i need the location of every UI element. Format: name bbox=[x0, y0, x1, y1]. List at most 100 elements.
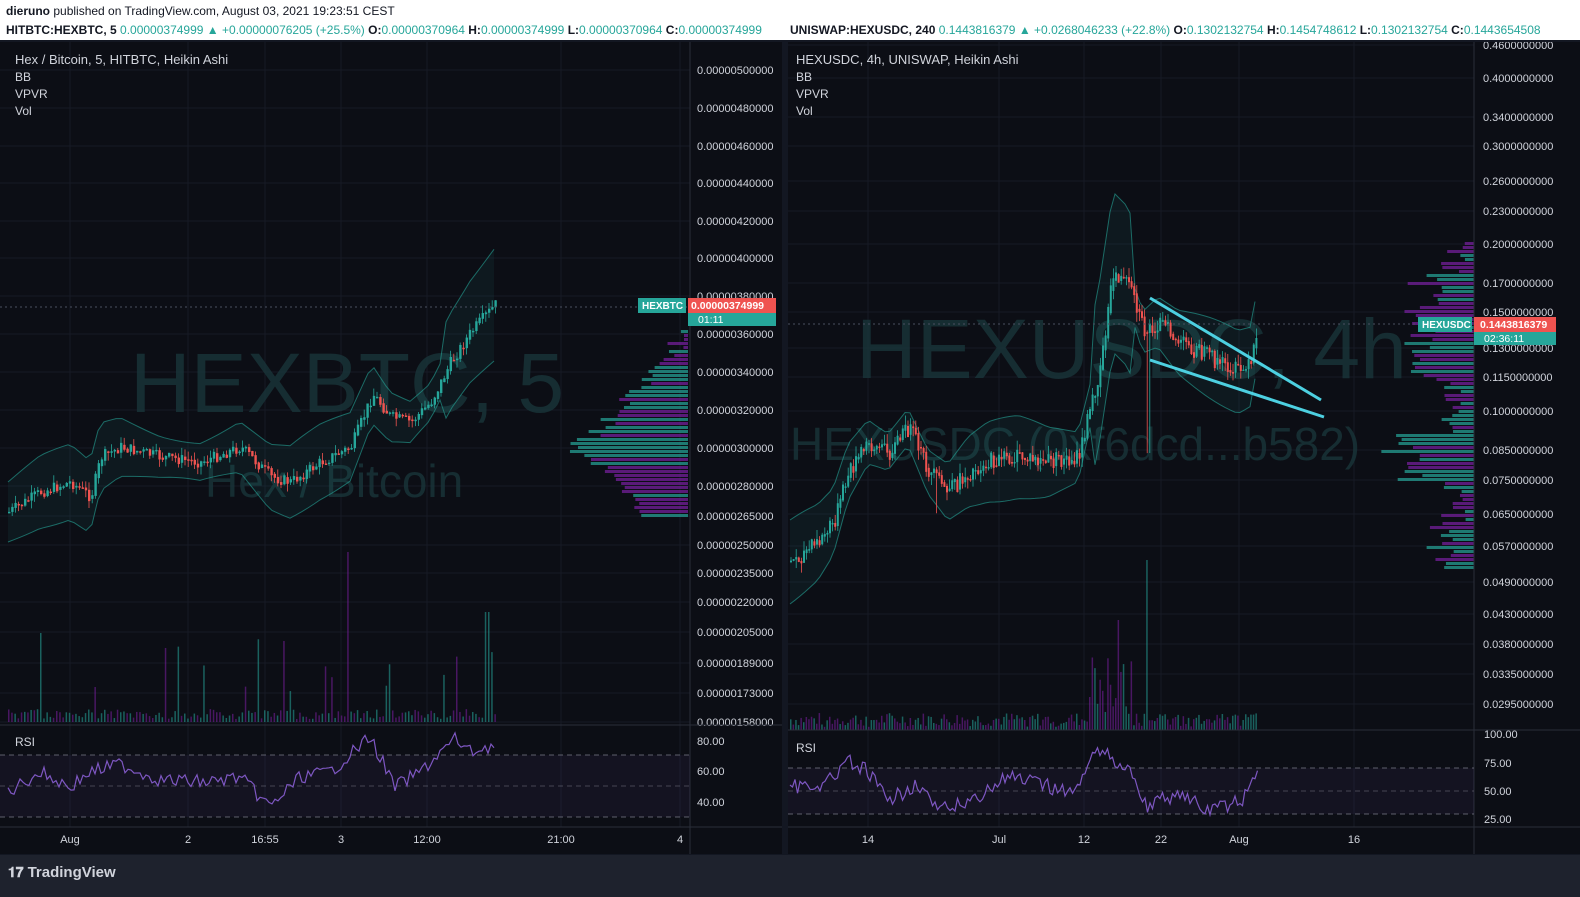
vpvr-bar bbox=[605, 426, 688, 429]
candle bbox=[398, 414, 401, 418]
volume-bar bbox=[1198, 714, 1200, 730]
candle bbox=[1011, 462, 1013, 464]
vpvr-bar bbox=[1404, 342, 1474, 345]
candle bbox=[1104, 335, 1107, 351]
tradingview-logo[interactable]: 𝟏𝟕 TradingView bbox=[8, 863, 116, 882]
left-indicator-vol[interactable]: Vol bbox=[15, 104, 32, 118]
candle bbox=[1078, 452, 1081, 459]
candle bbox=[1034, 456, 1037, 461]
candle bbox=[1146, 332, 1149, 334]
author-name[interactable]: dieruno bbox=[6, 4, 50, 18]
price-axis-tick: 0.00000205000 bbox=[697, 627, 773, 639]
candle bbox=[270, 468, 273, 476]
right-indicator-vpvr[interactable]: VPVR bbox=[796, 87, 829, 101]
volume-bar bbox=[369, 717, 372, 722]
volume-bar bbox=[196, 715, 199, 722]
h-label: H: bbox=[468, 23, 481, 37]
right-rsi-label[interactable]: RSI bbox=[796, 741, 816, 755]
candle bbox=[8, 511, 11, 514]
candle bbox=[148, 449, 152, 456]
volume-bar bbox=[174, 711, 176, 722]
price-axis-tick: 0.00000420000 bbox=[697, 216, 773, 228]
volume-bar bbox=[1050, 723, 1052, 730]
footer-bar: 𝟏𝟕 TradingView bbox=[0, 855, 1580, 897]
candle bbox=[1089, 409, 1091, 419]
vpvr-bar bbox=[683, 346, 688, 349]
volume-bar bbox=[920, 724, 922, 730]
volume-bar bbox=[388, 664, 391, 722]
volume-bar bbox=[1125, 706, 1127, 730]
left-chart-pane[interactable]: HEXBTC, 5 Hex / Bitcoin Hex / Bitcoin, 5… bbox=[0, 42, 782, 854]
vpvr-bar bbox=[684, 334, 688, 337]
vpvr-bar bbox=[1413, 446, 1474, 449]
candle bbox=[312, 466, 315, 471]
candle bbox=[857, 457, 860, 460]
left-pane-title[interactable]: Hex / Bitcoin, 5, HITBTC, Heikin Ashi bbox=[15, 52, 228, 67]
candle bbox=[1065, 455, 1068, 460]
candle bbox=[203, 461, 206, 463]
volume-bar bbox=[459, 711, 461, 722]
volume-bar bbox=[68, 712, 71, 722]
right-pane-title[interactable]: HEXUSDC, 4h, UNISWAP, Heikin Ashi bbox=[796, 52, 1019, 67]
volume-bar bbox=[8, 709, 10, 722]
volume-bar bbox=[803, 722, 805, 730]
candle bbox=[372, 395, 376, 406]
candle bbox=[946, 485, 948, 493]
candle bbox=[180, 455, 184, 463]
volume-bar bbox=[912, 724, 914, 730]
volume-bar bbox=[972, 719, 974, 730]
price-axis-tick: 0.0850000000 bbox=[1483, 445, 1553, 457]
left-chart-svg[interactable]: HEXBTC, 5 Hex / Bitcoin Hex / Bitcoin, 5… bbox=[0, 42, 782, 854]
vpvr-bar bbox=[570, 442, 688, 445]
left-indicator-vpvr[interactable]: VPVR bbox=[15, 87, 48, 101]
candle bbox=[831, 522, 834, 525]
volume-bar bbox=[40, 632, 42, 722]
vpvr-bar bbox=[667, 342, 688, 345]
right-symbol[interactable]: UNISWAP:HEXUSDC, 240 bbox=[790, 23, 935, 37]
candle bbox=[792, 559, 795, 561]
candle bbox=[1112, 278, 1115, 291]
vpvr-bar bbox=[1460, 402, 1474, 405]
candle bbox=[886, 443, 889, 453]
volume-bar bbox=[340, 715, 343, 722]
volume-bar bbox=[1104, 711, 1107, 730]
candle bbox=[995, 465, 998, 467]
right-chart-pane[interactable]: HEXUSDC, 4h HEXUSDC (0xf6dcd...b582) HEX… bbox=[788, 42, 1580, 854]
candle bbox=[273, 473, 276, 478]
vpvr-bar bbox=[639, 510, 688, 513]
volume-bar bbox=[933, 722, 935, 730]
volume-bar bbox=[72, 714, 74, 722]
candle bbox=[142, 449, 145, 452]
right-indicator-vol[interactable]: Vol bbox=[796, 104, 813, 118]
candle bbox=[244, 446, 248, 449]
volume-bar bbox=[292, 709, 295, 722]
volume-bar bbox=[1024, 720, 1026, 730]
candle bbox=[1000, 456, 1003, 460]
candle bbox=[52, 482, 56, 492]
left-symbol[interactable]: HITBTC:HEXBTC, 5 bbox=[6, 23, 117, 37]
candle bbox=[222, 453, 225, 458]
vpvr-bar bbox=[588, 430, 688, 433]
right-indicator-bb[interactable]: BB bbox=[796, 70, 812, 84]
candle bbox=[62, 486, 65, 488]
volume-bar bbox=[1213, 720, 1216, 730]
right-chart-svg[interactable]: HEXUSDC, 4h HEXUSDC (0xf6dcd...b582) HEX… bbox=[788, 42, 1580, 854]
volume-bar bbox=[1117, 620, 1120, 730]
volume-bar bbox=[852, 717, 854, 730]
volume-bar bbox=[436, 717, 439, 722]
vpvr-bar bbox=[652, 374, 688, 377]
vpvr-bar bbox=[1464, 242, 1474, 245]
candle bbox=[1008, 455, 1011, 464]
volume-bar bbox=[1016, 715, 1018, 730]
volume-bar bbox=[907, 726, 909, 730]
volume-bar bbox=[203, 665, 205, 722]
vpvr-bar bbox=[1453, 550, 1474, 553]
left-symbol-tag-text: HEXBTC bbox=[642, 301, 683, 312]
left-indicator-bb[interactable]: BB bbox=[15, 70, 31, 84]
candle bbox=[392, 412, 395, 414]
time-axis-tick: 16:55 bbox=[251, 834, 279, 846]
candle bbox=[388, 412, 392, 414]
left-rsi-label[interactable]: RSI bbox=[15, 735, 35, 749]
publish-bar: dieruno published on TradingView.com, Au… bbox=[0, 0, 1580, 22]
volume-bar bbox=[81, 717, 84, 722]
